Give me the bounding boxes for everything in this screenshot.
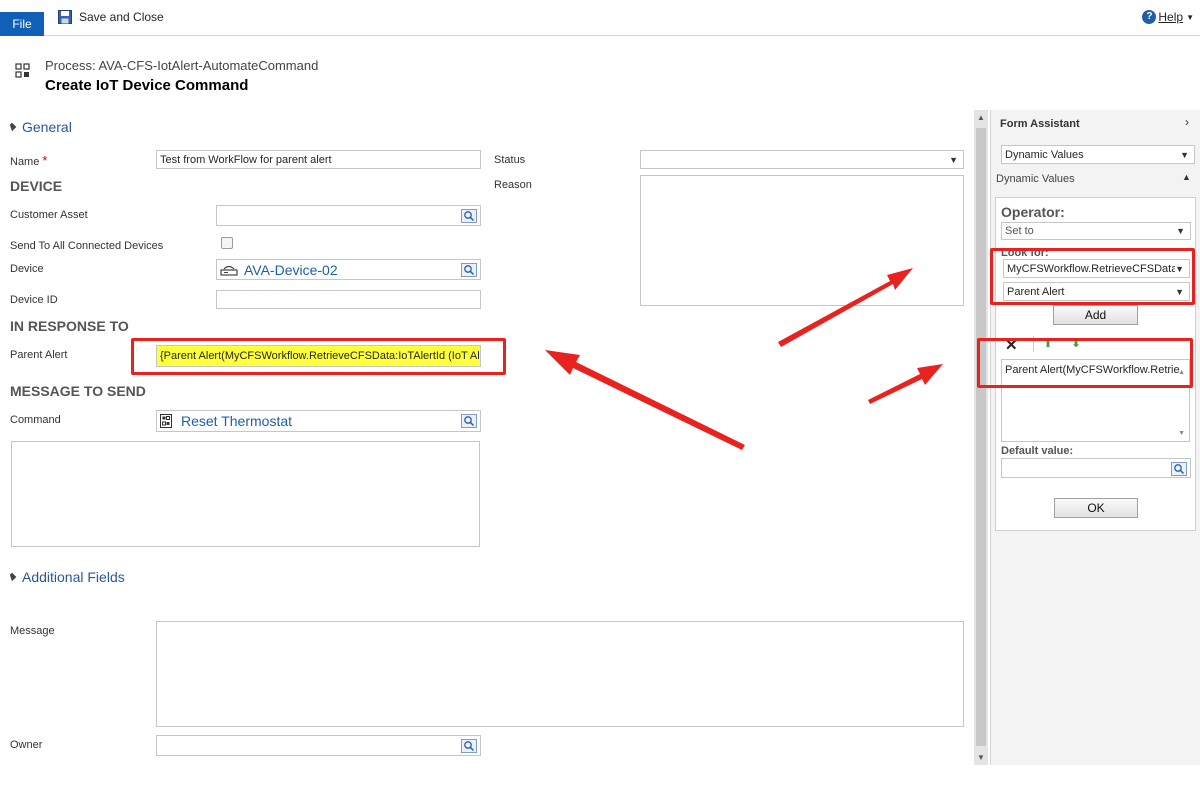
annotation-arrow-to-parent-alert bbox=[545, 350, 745, 450]
annotation-arrow-to-list bbox=[868, 364, 943, 404]
annotation-arrow-to-look-for bbox=[778, 268, 913, 347]
annotation-arrows bbox=[545, 268, 943, 450]
